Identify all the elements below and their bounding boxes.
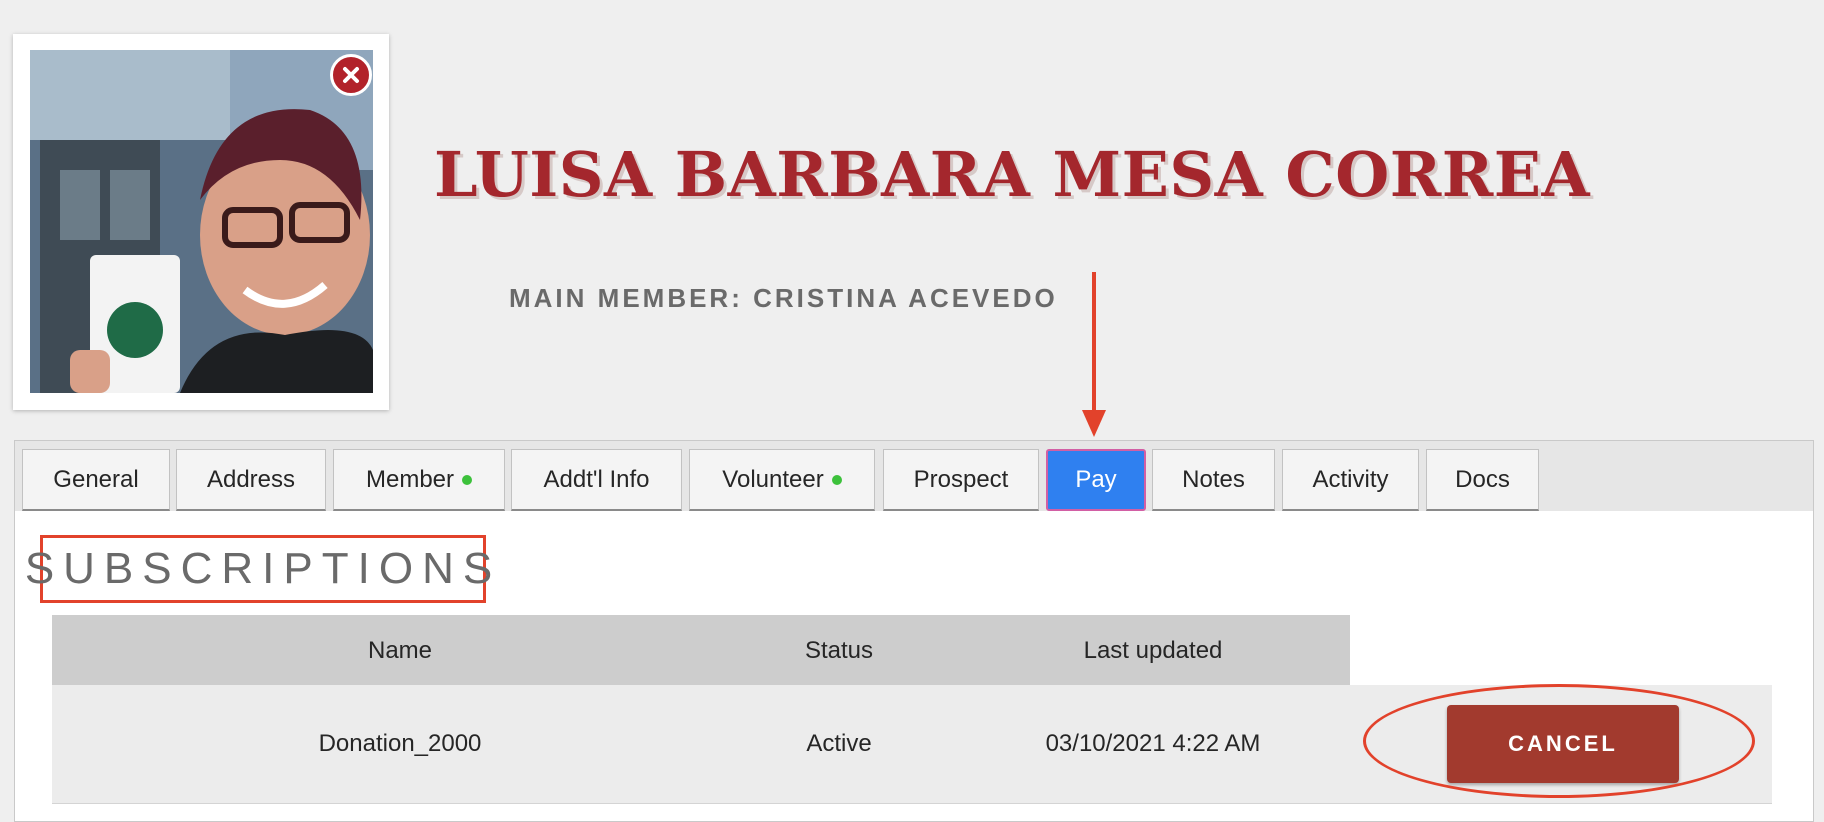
tab-addtl-info[interactable]: Addt'l Info (511, 449, 682, 511)
column-header-status: Status (804, 637, 874, 664)
tab-notes[interactable]: Notes (1152, 449, 1275, 511)
subscription-name: Donation_2000 (318, 730, 482, 757)
tab-volunteer[interactable]: Volunteer (689, 449, 875, 511)
subscriptions-title: SUBSCRIPTIONS (25, 535, 492, 603)
cancel-subscription-button[interactable]: CANCEL (1447, 705, 1679, 783)
tab-docs[interactable]: Docs (1426, 449, 1539, 511)
column-header-name: Name (367, 637, 433, 664)
tab-activity[interactable]: Activity (1282, 449, 1419, 511)
main-member-label: MAIN MEMBER: CRISTINA ACEVEDO (509, 283, 1058, 313)
tab-member[interactable]: Member (333, 449, 505, 511)
tab-general[interactable]: General (22, 449, 170, 511)
table-header: Name Status Last updated (52, 615, 1350, 685)
member-panel: General Address Member Addt'l Info Volun… (14, 440, 1814, 822)
profile-photo-frame (13, 34, 389, 410)
tab-prospect[interactable]: Prospect (883, 449, 1039, 511)
annotation-arrow-icon (1082, 272, 1106, 437)
subscription-last-updated: 03/10/2021 4:22 AM (1045, 730, 1261, 757)
tab-bar: General Address Member Addt'l Info Volun… (15, 441, 1813, 511)
tab-pay[interactable]: Pay (1046, 449, 1146, 511)
column-header-last-updated: Last updated (1083, 637, 1223, 664)
tab-address[interactable]: Address (176, 449, 326, 511)
profile-photo (30, 50, 373, 393)
subscription-status: Active (806, 730, 872, 757)
close-icon[interactable] (330, 54, 372, 96)
member-name: LUISA BARBARA MESA CORREA (434, 138, 1591, 211)
status-dot-icon (462, 474, 473, 485)
status-dot-icon (831, 474, 842, 485)
